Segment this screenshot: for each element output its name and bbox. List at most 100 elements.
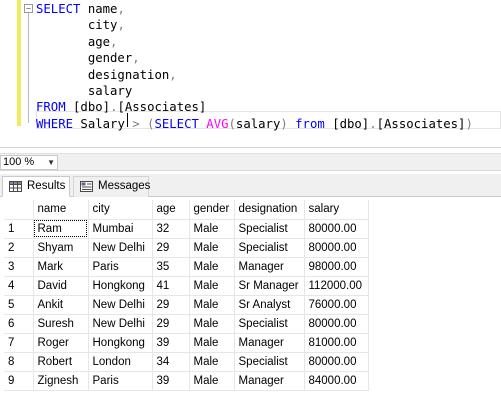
column-header-designation[interactable]: designation [234, 200, 305, 220]
cell-designation[interactable]: Specialist [234, 314, 305, 334]
cell-gender[interactable]: Male [189, 352, 235, 372]
row-number[interactable]: 6 [4, 314, 34, 334]
cell-gender[interactable]: Male [189, 257, 235, 277]
cell-age[interactable]: 29 [152, 314, 190, 334]
cell-designation[interactable]: Manager [234, 257, 305, 277]
row-number[interactable]: 8 [4, 352, 34, 372]
table-row[interactable]: 8 Robert London 34 Male Specialist 80000.00 [4, 352, 369, 372]
column-header-gender[interactable]: gender [189, 200, 235, 220]
collapse-toggle-icon[interactable]: − [24, 4, 33, 13]
cell-age[interactable]: 39 [152, 333, 190, 353]
row-number[interactable]: 3 [4, 257, 34, 277]
code-line[interactable]: gender, [36, 50, 473, 66]
results-grid[interactable]: name city age gender designation salary … [0, 198, 501, 416]
cell-name[interactable]: Roger [33, 333, 89, 353]
cell-name[interactable]: Ram [33, 219, 89, 239]
code-line[interactable]: FROM [dbo].[Associates] [36, 99, 473, 115]
cell-name[interactable]: Shyam [33, 238, 89, 258]
cell-designation[interactable]: Sr Manager [234, 276, 305, 296]
code-line[interactable]: designation, [36, 67, 473, 83]
sql-editor[interactable]: − SELECT name, city, age, gender, design… [0, 0, 501, 148]
cell-city[interactable]: New Delhi [88, 314, 153, 334]
sql-identifier: designation [36, 67, 170, 82]
cell-city[interactable]: New Delhi [88, 238, 153, 258]
table-row[interactable]: 9 Zignesh Paris 39 Male Manager 84000.00 [4, 371, 369, 391]
code-line[interactable]: WHERE Salary > (SELECT AVG(salary) from … [36, 116, 473, 132]
cell-name[interactable]: Zignesh [33, 371, 89, 391]
cell-age[interactable]: 39 [152, 371, 190, 391]
table-row[interactable]: 6 Suresh New Delhi 29 Male Specialist 80000.00 [4, 314, 369, 334]
cell-name[interactable]: Mark [33, 257, 89, 277]
sql-identifier: salary [36, 83, 133, 98]
cell-age[interactable]: 29 [152, 295, 190, 315]
cell-designation[interactable]: Specialist [234, 219, 305, 239]
row-number[interactable]: 9 [4, 371, 34, 391]
code-line[interactable]: SELECT name, [36, 1, 473, 17]
cell-city[interactable]: London [88, 352, 153, 372]
cell-city[interactable]: Mumbai [88, 219, 153, 239]
row-number[interactable]: 1 [4, 219, 34, 239]
table-row[interactable]: 1 Ram Mumbai 32 Male Specialist 80000.00 [4, 219, 369, 239]
cell-name[interactable]: Ankit [33, 295, 89, 315]
row-number[interactable]: 2 [4, 238, 34, 258]
cell-city[interactable]: Hongkong [88, 333, 153, 353]
sql-keyword: from [295, 116, 333, 131]
column-header-city[interactable]: city [88, 200, 153, 220]
cell-salary[interactable]: 80000.00 [304, 352, 369, 372]
cell-age[interactable]: 32 [152, 219, 190, 239]
tab-messages[interactable]: Messages [73, 176, 150, 197]
cell-salary[interactable]: 84000.00 [304, 371, 369, 391]
table-row[interactable]: 7 Roger Hongkong 39 Male Manager 81000.00 [4, 333, 369, 353]
chevron-down-icon[interactable]: ▼ [47, 156, 55, 169]
cell-designation[interactable]: Sr Analyst [234, 295, 305, 315]
sql-operator: ( [228, 116, 236, 131]
corner-cell[interactable] [4, 200, 34, 220]
table-row[interactable]: 2 Shyam New Delhi 29 Male Specialist 80000.00 [4, 238, 369, 258]
column-header-age[interactable]: age [152, 200, 190, 220]
cell-gender[interactable]: Male [189, 295, 235, 315]
code-line[interactable]: city, [36, 17, 473, 33]
cell-salary[interactable]: 80000.00 [304, 238, 369, 258]
row-number[interactable]: 7 [4, 333, 34, 353]
code-line[interactable]: salary [36, 83, 473, 99]
column-header-name[interactable]: name [33, 200, 89, 220]
table-row[interactable]: 5 Ankit New Delhi 29 Male Sr Analyst 76000.00 [4, 295, 369, 315]
table-row[interactable]: 4 David Hongkong 41 Male Sr Manager 112000.00 [4, 276, 369, 296]
cell-salary[interactable]: 80000.00 [304, 314, 369, 334]
cell-gender[interactable]: Male [189, 276, 235, 296]
cell-designation[interactable]: Manager [234, 333, 305, 353]
cell-gender[interactable]: Male [189, 219, 235, 239]
cell-age[interactable]: 41 [152, 276, 190, 296]
cell-gender[interactable]: Male [189, 238, 235, 258]
tab-results[interactable]: Results [2, 176, 70, 197]
cell-gender[interactable]: Male [189, 333, 235, 353]
cell-city[interactable]: Paris [88, 371, 153, 391]
cell-city[interactable]: Paris [88, 257, 153, 277]
zoom-dropdown[interactable]: 100 % ▼ [0, 155, 58, 170]
table-row[interactable]: 3 Mark Paris 35 Male Manager 98000.00 [4, 257, 369, 277]
cell-designation[interactable]: Manager [234, 371, 305, 391]
cell-name[interactable]: Robert [33, 352, 89, 372]
cell-designation[interactable]: Specialist [234, 352, 305, 372]
cell-city[interactable]: Hongkong [88, 276, 153, 296]
cell-designation[interactable]: Specialist [234, 238, 305, 258]
cell-salary[interactable]: 112000.00 [304, 276, 369, 296]
cell-salary[interactable]: 76000.00 [304, 295, 369, 315]
results-tabs-bar: Results Messages [0, 174, 501, 197]
cell-age[interactable]: 29 [152, 238, 190, 258]
row-number[interactable]: 4 [4, 276, 34, 296]
column-header-salary[interactable]: salary [304, 200, 369, 220]
sql-code[interactable]: SELECT name, city, age, gender, designat… [36, 1, 473, 132]
cell-gender[interactable]: Male [189, 371, 235, 391]
cell-salary[interactable]: 98000.00 [304, 257, 369, 277]
cell-name[interactable]: David [33, 276, 89, 296]
cell-salary[interactable]: 80000.00 [304, 219, 369, 239]
code-line[interactable]: age, [36, 34, 473, 50]
cell-gender[interactable]: Male [189, 314, 235, 334]
cell-city[interactable]: New Delhi [88, 295, 153, 315]
row-number[interactable]: 5 [4, 295, 34, 315]
cell-age[interactable]: 34 [152, 352, 190, 372]
cell-name[interactable]: Suresh [33, 314, 89, 334]
cell-age[interactable]: 35 [152, 257, 190, 277]
cell-salary[interactable]: 81000.00 [304, 333, 369, 353]
